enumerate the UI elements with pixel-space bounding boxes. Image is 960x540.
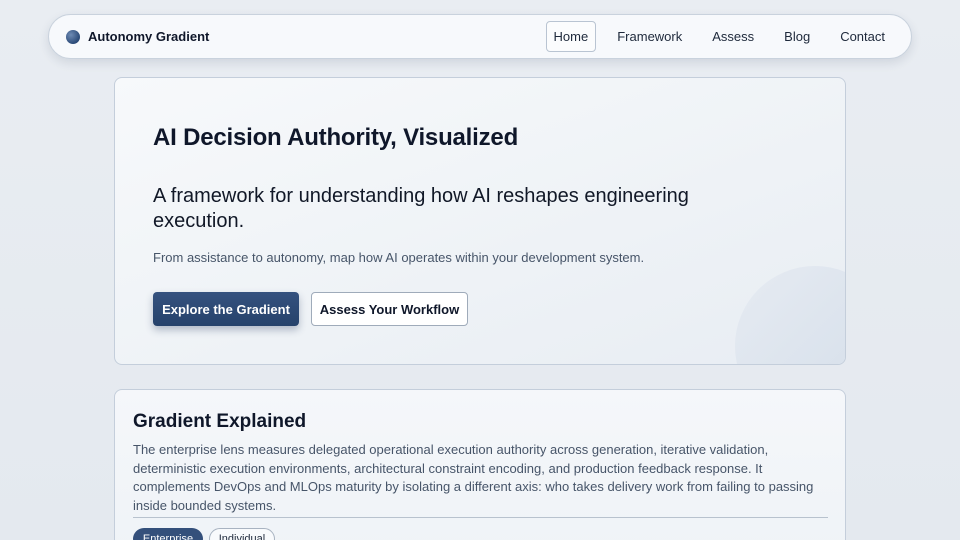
tab-enterprise[interactable]: Enterprise <box>133 528 203 540</box>
section-body: The enterprise lens measures delegated o… <box>133 442 814 513</box>
divider <box>133 517 828 518</box>
hero-title: AI Decision Authority, Visualized <box>153 124 519 151</box>
brand-name: Autonomy Gradient <box>88 29 210 44</box>
hero-card: AI Decision Authority, Visualized A fram… <box>114 77 846 365</box>
hero-subtitle: A framework for understanding how AI res… <box>153 185 689 232</box>
decorative-circle <box>735 266 845 364</box>
explore-gradient-button[interactable]: Explore the Gradient <box>153 292 299 326</box>
section-title: Gradient Explained <box>133 411 307 432</box>
nav-link-assess[interactable]: Assess <box>703 21 763 52</box>
tab-individual[interactable]: Individual <box>209 528 275 540</box>
nav-links: Home Framework Assess Blog Contact <box>542 21 894 52</box>
assess-workflow-button[interactable]: Assess Your Workflow <box>311 292 468 326</box>
nav-link-framework[interactable]: Framework <box>608 21 691 52</box>
gradient-explained-card: Gradient Explained The enterprise lens m… <box>114 389 846 540</box>
nav-link-home[interactable]: Home <box>545 21 597 52</box>
brand[interactable]: Autonomy Gradient <box>66 29 209 44</box>
nav-link-blog[interactable]: Blog <box>775 21 819 52</box>
brand-logo-icon <box>66 29 80 44</box>
nav-link-contact[interactable]: Contact <box>831 21 894 52</box>
top-navbar: Autonomy Gradient Home Framework Assess … <box>48 14 912 59</box>
hero-description: From assistance to autonomy, map how AI … <box>153 250 645 265</box>
